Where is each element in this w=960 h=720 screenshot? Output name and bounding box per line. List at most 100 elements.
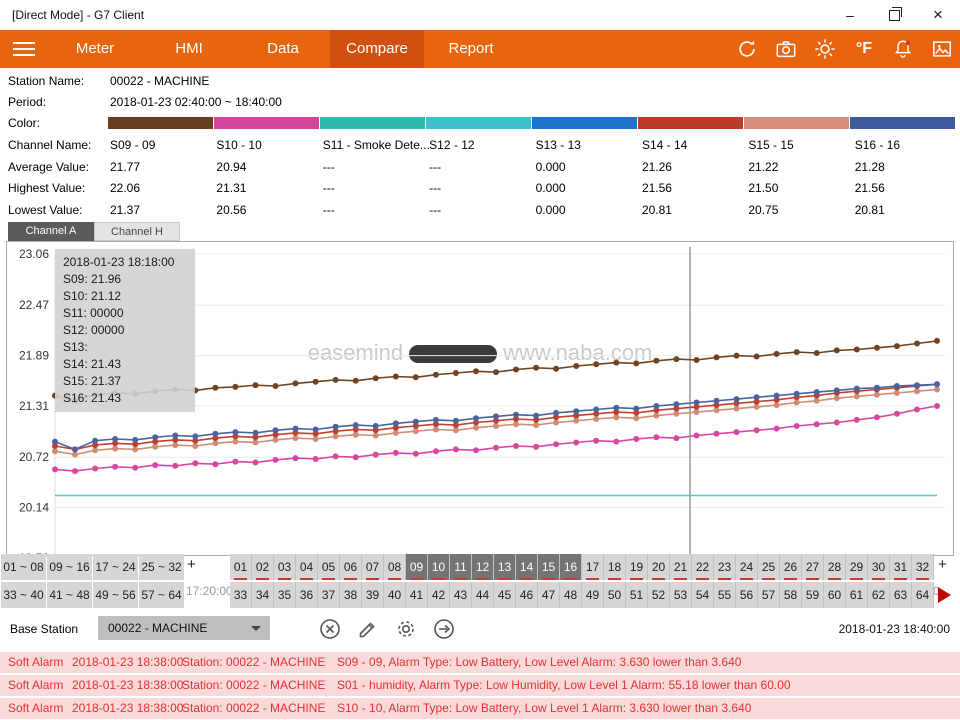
channel-number-40[interactable]: 40 [384, 582, 406, 608]
edit-button[interactable] [356, 617, 380, 641]
channel-number-23[interactable]: 23 [714, 554, 736, 580]
channel-number-09[interactable]: 09 [406, 554, 428, 580]
channel-number-16[interactable]: 16 [560, 554, 582, 580]
channel-number-12[interactable]: 12 [472, 554, 494, 580]
channel-number-25[interactable]: 25 [758, 554, 780, 580]
expand-ranges-button[interactable]: + [187, 556, 196, 573]
channel-number-59[interactable]: 59 [802, 582, 824, 608]
channel-number-33[interactable]: 33 [230, 582, 252, 608]
channel-number-60[interactable]: 60 [824, 582, 846, 608]
channel-range-49-56[interactable]: 49 ~ 56 [93, 582, 138, 608]
temperature-unit-icon[interactable]: °F [852, 37, 876, 61]
channel-number-57[interactable]: 57 [758, 582, 780, 608]
channel-number-42[interactable]: 42 [428, 582, 450, 608]
channel-range-33-40[interactable]: 33 ~ 40 [1, 582, 46, 608]
channel-number-58[interactable]: 58 [780, 582, 802, 608]
channel-number-28[interactable]: 28 [824, 554, 846, 580]
clear-button[interactable] [318, 617, 342, 641]
alarm-row[interactable]: Soft Alarm2018-01-23 18:38:00Station: 00… [0, 675, 960, 696]
menu-icon[interactable] [0, 30, 48, 68]
channel-number-06[interactable]: 06 [340, 554, 362, 580]
brightness-icon[interactable] [813, 37, 837, 61]
channel-number-51[interactable]: 51 [626, 582, 648, 608]
channel-number-62[interactable]: 62 [868, 582, 890, 608]
channel-number-18[interactable]: 18 [604, 554, 626, 580]
channel-number-02[interactable]: 02 [252, 554, 274, 580]
next-page-arrow-icon[interactable] [938, 587, 951, 603]
channel-range-25-32[interactable]: 25 ~ 32 [139, 554, 184, 580]
channel-number-37[interactable]: 37 [318, 582, 340, 608]
channel-number-61[interactable]: 61 [846, 582, 868, 608]
channel-number-53[interactable]: 53 [670, 582, 692, 608]
channel-number-26[interactable]: 26 [780, 554, 802, 580]
channel-number-22[interactable]: 22 [692, 554, 714, 580]
channel-number-47[interactable]: 47 [538, 582, 560, 608]
channel-number-07[interactable]: 07 [362, 554, 384, 580]
channel-number-08[interactable]: 08 [384, 554, 406, 580]
alarm-bell-icon[interactable] [891, 37, 915, 61]
channel-number-24[interactable]: 24 [736, 554, 758, 580]
minimize-button[interactable]: – [828, 0, 872, 30]
channel-number-15[interactable]: 15 [538, 554, 560, 580]
channel-number-55[interactable]: 55 [714, 582, 736, 608]
channel-number-64[interactable]: 64 [912, 582, 934, 608]
channel-number-34[interactable]: 34 [252, 582, 274, 608]
channel-number-44[interactable]: 44 [472, 582, 494, 608]
expand-numbers-button[interactable]: + [938, 556, 947, 573]
channel-number-10[interactable]: 10 [428, 554, 450, 580]
channel-range-41-48[interactable]: 41 ~ 48 [47, 582, 92, 608]
channel-number-39[interactable]: 39 [362, 582, 384, 608]
restore-button[interactable] [872, 0, 916, 30]
channel-number-30[interactable]: 30 [868, 554, 890, 580]
channel-number-46[interactable]: 46 [516, 582, 538, 608]
refresh-icon[interactable] [735, 37, 759, 61]
camera-icon[interactable] [774, 37, 798, 61]
channel-number-49[interactable]: 49 [582, 582, 604, 608]
trend-chart[interactable]: easemindwww.naba.com 23.0622.4721.8921.3… [6, 241, 954, 556]
base-station-dropdown[interactable]: 00022 - MACHINE [98, 616, 270, 640]
channel-number-63[interactable]: 63 [890, 582, 912, 608]
channel-number-31[interactable]: 31 [890, 554, 912, 580]
close-button[interactable]: × [916, 0, 960, 30]
channel-number-03[interactable]: 03 [274, 554, 296, 580]
nav-tab-compare[interactable]: Compare [330, 30, 424, 68]
nav-tab-data[interactable]: Data [236, 30, 330, 68]
channel-number-14[interactable]: 14 [516, 554, 538, 580]
nav-tab-hmi[interactable]: HMI [142, 30, 236, 68]
nav-tab-meter[interactable]: Meter [48, 30, 142, 68]
channel-range-57-64[interactable]: 57 ~ 64 [139, 582, 184, 608]
channel-number-11[interactable]: 11 [450, 554, 472, 580]
channel-number-54[interactable]: 54 [692, 582, 714, 608]
channel-number-35[interactable]: 35 [274, 582, 296, 608]
channel-number-13[interactable]: 13 [494, 554, 516, 580]
channel-number-21[interactable]: 21 [670, 554, 692, 580]
channel-number-19[interactable]: 19 [626, 554, 648, 580]
alarm-row[interactable]: Soft Alarm2018-01-23 18:38:00Station: 00… [0, 652, 960, 673]
channel-number-38[interactable]: 38 [340, 582, 362, 608]
tab-channel-h[interactable]: Channel H [94, 222, 180, 241]
settings-button[interactable] [394, 617, 418, 641]
channel-number-41[interactable]: 41 [406, 582, 428, 608]
channel-number-05[interactable]: 05 [318, 554, 340, 580]
channel-number-56[interactable]: 56 [736, 582, 758, 608]
channel-number-52[interactable]: 52 [648, 582, 670, 608]
channel-range-01-08[interactable]: 01 ~ 08 [1, 554, 46, 580]
channel-number-45[interactable]: 45 [494, 582, 516, 608]
nav-tab-report[interactable]: Report [424, 30, 518, 68]
apply-button[interactable] [432, 617, 456, 641]
snapshot-icon[interactable] [930, 37, 954, 61]
channel-number-50[interactable]: 50 [604, 582, 626, 608]
alarm-row[interactable]: Soft Alarm2018-01-23 18:38:00Station: 00… [0, 698, 960, 719]
channel-number-27[interactable]: 27 [802, 554, 824, 580]
channel-number-48[interactable]: 48 [560, 582, 582, 608]
channel-number-29[interactable]: 29 [846, 554, 868, 580]
channel-number-36[interactable]: 36 [296, 582, 318, 608]
channel-number-32[interactable]: 32 [912, 554, 934, 580]
channel-number-17[interactable]: 17 [582, 554, 604, 580]
channel-number-20[interactable]: 20 [648, 554, 670, 580]
tab-channel-a[interactable]: Channel A [8, 222, 94, 241]
channel-range-09-16[interactable]: 09 ~ 16 [47, 554, 92, 580]
channel-range-17-24[interactable]: 17 ~ 24 [93, 554, 138, 580]
channel-number-01[interactable]: 01 [230, 554, 252, 580]
channel-number-43[interactable]: 43 [450, 582, 472, 608]
